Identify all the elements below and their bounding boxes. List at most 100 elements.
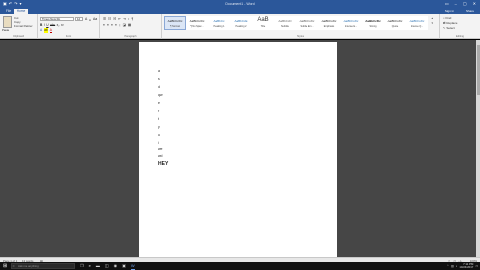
word-icon[interactable]: W <box>130 263 135 270</box>
ribbon: Paste Cut Copy Format Painter Clipboard … <box>0 14 480 39</box>
style-heading-1[interactable]: AaBbCc Heading 1 <box>208 16 230 30</box>
font-family-select[interactable]: Times New Ro <box>40 17 74 21</box>
style-name: ¶ No Spac... <box>190 25 204 28</box>
grow-font-icon[interactable]: A <box>85 17 87 21</box>
styles-gallery-scroll: ▴ ▾ <box>431 16 433 26</box>
italic-button[interactable]: I <box>44 23 45 27</box>
align-right-icon[interactable]: ≡ <box>111 23 113 27</box>
document-line: e <box>158 101 160 105</box>
style-no-spacing[interactable]: AaBbCcDc ¶ No Spac... <box>186 16 208 30</box>
taskbar-search-placeholder: Ask me anything <box>18 264 39 268</box>
align-center-icon[interactable]: ≡ <box>107 23 109 27</box>
decrease-indent-icon[interactable]: ⇤ <box>118 17 121 21</box>
task-view-icon[interactable]: ❐ <box>80 263 84 270</box>
ribbon-display-icon[interactable]: ▭ <box>445 1 449 6</box>
bullets-icon[interactable]: ☰ <box>103 17 106 21</box>
windows-start-icon[interactable]: ⊞ <box>3 263 7 269</box>
style-name: Intense Q... <box>410 25 424 28</box>
multilevel-list-icon[interactable]: ☵ <box>113 17 116 21</box>
font-size-select[interactable]: 12 <box>75 17 83 21</box>
minimize-button[interactable]: – <box>455 1 457 6</box>
chrome-icon[interactable]: ◉ <box>114 263 118 270</box>
clock[interactable]: 7:11 PM 10/24/2017 <box>459 263 473 269</box>
notification-icon[interactable]: ▭ <box>475 264 478 268</box>
text-effects-button[interactable]: A <box>40 28 42 33</box>
edge-icon[interactable]: e <box>89 263 91 270</box>
document-page[interactable]: a s d qw e r t y u i we wd HEY <box>139 42 337 257</box>
style-subtitle[interactable]: AaBbCcD Subtitle <box>274 16 296 30</box>
title-bar: ▣ ↶ ↷ ▾ Document1 - Word ▭ – ▢ ✕ <box>0 0 480 8</box>
style-sample: AaBbCcDc <box>343 19 359 23</box>
style-name: Strong <box>369 25 377 28</box>
font-color-button[interactable]: A <box>49 28 52 33</box>
chevron-down-icon[interactable]: ▾ <box>431 21 433 26</box>
strikethrough-button[interactable]: abc <box>50 23 55 27</box>
superscript-button[interactable]: x² <box>61 23 64 27</box>
highlight-button[interactable]: ab <box>44 28 48 33</box>
vertical-scrollbar[interactable] <box>476 40 480 257</box>
volume-icon[interactable]: ◖ <box>456 264 458 268</box>
style-title[interactable]: AaB Title <box>252 16 274 30</box>
window-title: Document1 - Word <box>225 2 255 6</box>
bold-button[interactable]: B <box>40 23 42 27</box>
style-name: Heading 2 <box>235 25 247 28</box>
chevron-up-icon[interactable]: ⌃ <box>447 264 449 268</box>
style-intense-quote[interactable]: AaBbCcDc Intense Q... <box>406 16 428 30</box>
replace-label: Replace <box>446 21 458 25</box>
sign-in-link[interactable]: Sign in <box>445 9 454 14</box>
sort-icon[interactable]: ↕ <box>128 17 130 21</box>
paste-button[interactable]: Paste <box>2 28 9 32</box>
show-marks-icon[interactable]: ¶ <box>132 17 134 21</box>
underline-button[interactable]: U <box>46 23 48 27</box>
numbering-icon[interactable]: ☷ <box>108 17 111 21</box>
style-strong[interactable]: AaBbCcDc Strong <box>362 16 384 30</box>
style-emphasis[interactable]: AaBbCcDc Emphasis <box>318 16 340 30</box>
paste-icon[interactable] <box>3 16 12 28</box>
file-explorer-icon[interactable]: ▬ <box>96 263 100 270</box>
style-heading-2[interactable]: AaBbCcE Heading 2 <box>230 16 252 30</box>
search-icon: ○ <box>12 264 15 268</box>
shading-icon[interactable]: ◪ <box>123 23 126 27</box>
style-subtle-emphasis[interactable]: AaBbCcDc Subtle Em... <box>296 16 318 30</box>
justify-icon[interactable]: ≡ <box>115 23 117 27</box>
borders-icon[interactable]: ▦ <box>128 23 131 27</box>
document-line: a <box>158 69 160 73</box>
align-left-icon[interactable]: ≡ <box>103 23 105 27</box>
clock-date: 10/24/2017 <box>459 265 474 269</box>
select-button[interactable]: ↖ Select <box>443 26 455 30</box>
change-case-icon[interactable]: Aa <box>93 17 97 21</box>
font-group: Times New Ro 12 A A Aa B I U abc x₂ x² A… <box>38 14 100 39</box>
find-button[interactable]: ⌕ Find <box>443 16 451 20</box>
style-name: Quote <box>391 25 399 28</box>
style-normal[interactable]: AaBbCcDc ¶ Normal <box>164 16 186 30</box>
style-intense-emphasis[interactable]: AaBbCcDc Intense E... <box>340 16 362 30</box>
store-icon[interactable]: ◫ <box>105 263 109 270</box>
share-button[interactable]: Share <box>466 9 474 14</box>
style-sample: AaBbCcDc <box>409 19 425 23</box>
style-sample: AaBbCcE <box>234 19 248 23</box>
style-sample: AaBbCcDc <box>321 19 337 23</box>
maximize-button[interactable]: ▢ <box>463 1 467 6</box>
document-line: qw <box>158 93 163 97</box>
line-spacing-icon[interactable]: ↨ <box>119 23 121 27</box>
scrollbar-thumb[interactable] <box>476 45 480 95</box>
window-controls: ▭ – ▢ ✕ <box>445 1 476 6</box>
subscript-button[interactable]: x₂ <box>57 23 60 27</box>
close-button[interactable]: ✕ <box>473 1 476 6</box>
chevron-up-icon[interactable]: ▴ <box>431 16 433 21</box>
document-line: r <box>158 109 160 113</box>
style-sample: AaBbCcD <box>278 19 292 23</box>
style-name: Subtitle <box>281 25 289 28</box>
style-sample: AaBbCcDc <box>299 19 315 23</box>
network-icon[interactable]: ▥ <box>451 264 454 268</box>
shrink-font-icon[interactable]: A <box>89 18 91 22</box>
document-line: i <box>158 141 159 145</box>
app-icon[interactable]: ▣ <box>122 263 126 270</box>
style-sample: AaBbCcDc <box>365 19 381 23</box>
format-painter-button[interactable]: Format Painter <box>14 24 33 28</box>
paragraph-group-label: Paragraph <box>124 35 137 38</box>
replace-button[interactable]: ⇄ Replace <box>443 21 457 25</box>
styles-gallery: AaBbCcDc ¶ Normal AaBbCcDc ¶ No Spac... … <box>164 16 428 30</box>
increase-indent-icon[interactable]: ⇥ <box>123 17 126 21</box>
style-quote[interactable]: AaBbCcDc Quote <box>384 16 406 30</box>
